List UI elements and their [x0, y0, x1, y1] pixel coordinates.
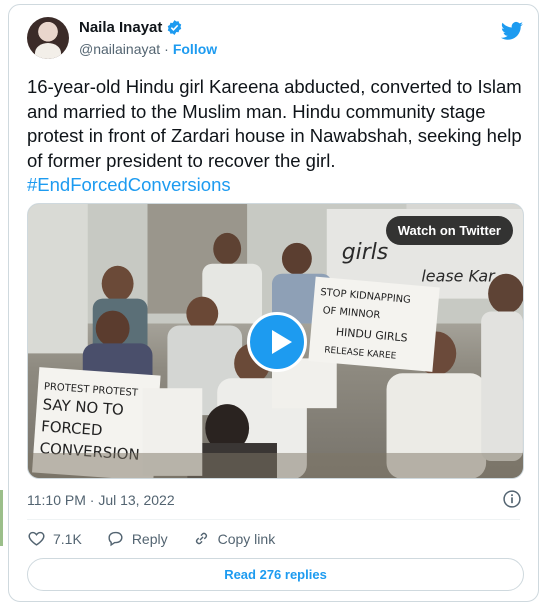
tweet-text: 16-year-old Hindu girl Kareena abducted,…: [27, 75, 522, 198]
embedded-tweet-card: Naila Inayat @nailainayat · Follow 16-ye…: [8, 4, 539, 602]
link-icon: [195, 532, 207, 545]
copy-link-label: Copy link: [217, 530, 276, 547]
separator-dot: ·: [164, 41, 169, 57]
reply-label: Reply: [131, 530, 168, 547]
tweet-timestamp[interactable]: 11:10 PM · Jul 13, 2022: [27, 492, 175, 508]
divider: [27, 519, 520, 520]
reply-button[interactable]: Reply: [106, 529, 168, 548]
back-sign-text-1: girls: [342, 240, 388, 265]
tweet-actions: 7.1K Reply Copy link: [27, 529, 299, 548]
back-sign-text-2: lease Kar: [421, 267, 496, 286]
author-name[interactable]: Naila Inayat: [79, 19, 162, 36]
verified-icon: [168, 20, 182, 35]
copy-link-button[interactable]: Copy link: [192, 529, 276, 548]
heart-icon: [28, 531, 45, 546]
follow-button[interactable]: Follow: [173, 41, 217, 57]
like-button[interactable]: 7.1K: [27, 529, 82, 548]
author-handle[interactable]: @nailainayat: [79, 41, 160, 57]
tweet-body: 16-year-old Hindu girl Kareena abducted,…: [27, 76, 522, 171]
twitter-bird-icon[interactable]: [500, 19, 524, 43]
watch-on-twitter-button[interactable]: Watch on Twitter: [385, 216, 513, 245]
read-replies-button[interactable]: Read 276 replies: [27, 558, 524, 591]
info-icon[interactable]: [502, 489, 522, 509]
like-count: 7.1K: [53, 530, 82, 547]
speech-bubble-icon: [108, 531, 123, 547]
avatar[interactable]: [27, 17, 69, 59]
hashtag-link[interactable]: #EndForcedConversions: [27, 174, 231, 195]
left-edge-mark: [0, 490, 3, 546]
author-handle-row: @nailainayat · Follow: [79, 41, 217, 57]
author-name-row: Naila Inayat: [79, 19, 183, 36]
video-media[interactable]: girls lease Kar PROTEST PROTEST SAY NO T…: [27, 203, 524, 479]
play-button[interactable]: [247, 312, 307, 372]
